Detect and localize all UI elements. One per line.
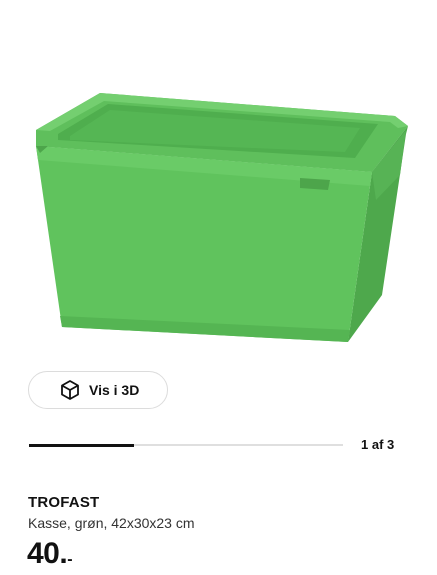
cube-icon xyxy=(59,379,81,401)
view-in-3d-button[interactable]: Vis i 3D xyxy=(28,371,168,409)
price-suffix: - xyxy=(67,551,73,568)
product-description: Kasse, grøn, 42x30x23 cm xyxy=(28,515,195,531)
view-in-3d-label: Vis i 3D xyxy=(89,382,140,398)
carousel-progress-bar[interactable] xyxy=(29,443,343,447)
product-image[interactable] xyxy=(0,0,437,360)
carousel-progress-fill xyxy=(29,443,134,447)
green-storage-box-image xyxy=(36,93,408,342)
carousel-page-indicator: 1 af 3 xyxy=(361,437,395,452)
product-name[interactable]: TROFAST xyxy=(28,494,99,511)
product-price: 40. - xyxy=(27,538,73,575)
price-amount: 40. xyxy=(27,537,68,570)
product-page: Vis i 3D 1 af 3 TROFAST Kasse, grøn, 42x… xyxy=(0,0,437,575)
